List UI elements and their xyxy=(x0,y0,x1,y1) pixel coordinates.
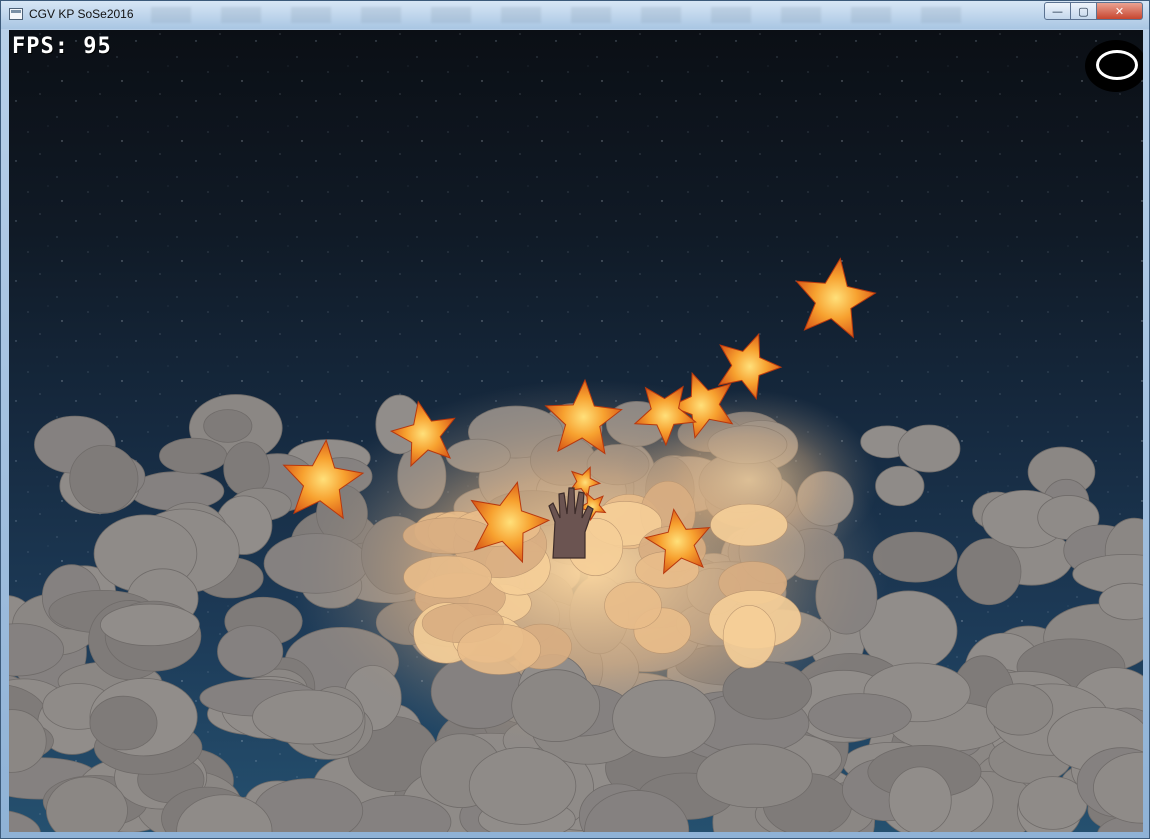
cloud-puff-lit xyxy=(403,555,492,599)
moon-button[interactable] xyxy=(1085,40,1143,92)
cloud-puff-lit xyxy=(402,517,496,555)
fps-counter: FPS: 95 xyxy=(12,34,112,59)
cloud-puff xyxy=(897,424,961,473)
app-window: CGV KP SoSe2016 — ▢ ✕ FPS: 95 xyxy=(0,0,1150,839)
cloud-puff xyxy=(1018,776,1088,830)
close-icon: ✕ xyxy=(1114,4,1125,18)
cloud-puff-lit xyxy=(710,503,788,547)
title-bar[interactable]: CGV KP SoSe2016 — ▢ ✕ xyxy=(1,1,1149,29)
cloud-puff xyxy=(252,689,364,745)
cloud-puff xyxy=(875,465,925,507)
fps-value: 95 xyxy=(83,34,112,59)
game-scene[interactable] xyxy=(9,30,1143,832)
background-window-ghost xyxy=(151,7,971,23)
cloud-puff xyxy=(89,695,158,751)
cloud-puff xyxy=(159,437,228,474)
maximize-button[interactable]: ▢ xyxy=(1071,2,1097,20)
cloud-puff xyxy=(722,661,813,720)
cloud-puff xyxy=(223,441,270,496)
fps-label: FPS: xyxy=(12,34,69,59)
cloud-puff xyxy=(203,409,253,443)
cloud-puff xyxy=(511,669,601,742)
cloud-puff xyxy=(808,693,912,739)
window-title: CGV KP SoSe2016 xyxy=(29,7,134,21)
cloud-puff xyxy=(468,746,577,825)
cloud-puff xyxy=(985,683,1054,736)
cloud-puff-lit xyxy=(722,605,776,669)
maximize-icon: ▢ xyxy=(1078,4,1089,18)
cloud-puff xyxy=(100,603,200,647)
cloud-puff-lit xyxy=(457,623,541,675)
moon-icon xyxy=(1096,50,1138,80)
game-viewport[interactable]: FPS: 95 xyxy=(9,30,1143,832)
cloud-puff xyxy=(888,766,952,832)
cloud-puff xyxy=(217,625,284,678)
cloud-puff xyxy=(612,679,716,758)
cloud-puff xyxy=(69,444,139,514)
cloud-puff-lit xyxy=(604,581,662,630)
window-controls: — ▢ ✕ xyxy=(1044,2,1143,21)
minimize-icon: — xyxy=(1052,4,1063,18)
minimize-button[interactable]: — xyxy=(1044,2,1071,20)
cloud-puff xyxy=(956,538,1022,606)
window-icon[interactable] xyxy=(9,8,23,20)
cloud-puff xyxy=(696,743,813,809)
close-button[interactable]: ✕ xyxy=(1097,2,1143,20)
